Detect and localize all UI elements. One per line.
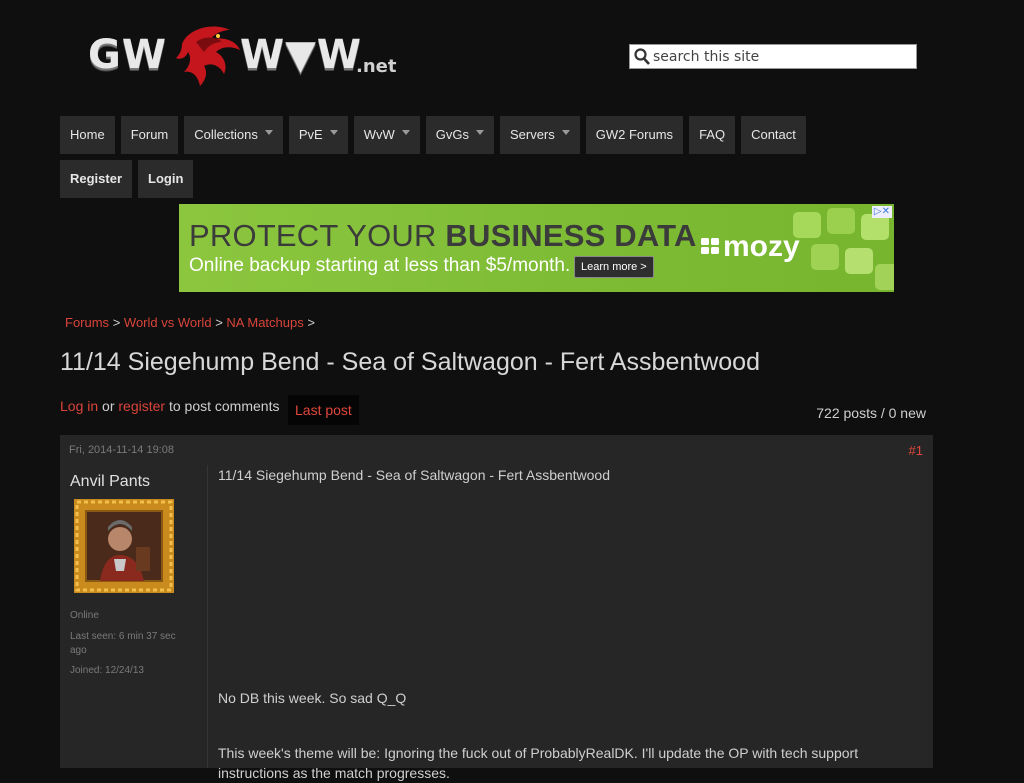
nav-item-contact[interactable]: Contact	[741, 116, 806, 154]
author-online-status: Online	[70, 610, 99, 621]
page-title: 11/14 Siegehump Bend - Sea of Saltwagon …	[60, 348, 760, 376]
ad-headline-part: PROTECT YOUR	[189, 218, 446, 253]
nav-item-collections[interactable]: Collections	[184, 116, 283, 154]
nav-item-label: Servers	[509, 127, 555, 142]
caret-down-icon	[401, 129, 410, 135]
post-subject: 11/14 Siegehump Bend - Sea of Saltwagon …	[218, 467, 610, 483]
main-nav: Home Forum Collections PvE WvW GvGs Serv…	[60, 116, 940, 198]
post-divider	[207, 465, 208, 768]
nav-item-label: Home	[70, 127, 105, 142]
logo-gw-text: GW	[88, 32, 167, 78]
login-prompt: Log in or register to post comments	[60, 398, 279, 414]
nav-item-label: Register	[70, 171, 123, 186]
nav-item-gvgs[interactable]: GvGs	[425, 116, 494, 154]
breadcrumb-separator: >	[215, 315, 223, 330]
ad-headline-bold: BUSINESS DATA	[445, 218, 697, 253]
logo-ww-text: W▼W	[240, 32, 363, 78]
ad-brand: mozy	[723, 230, 800, 263]
site-logo[interactable]: GW W▼W .net	[88, 22, 408, 92]
nav-item-label: GvGs	[435, 127, 469, 142]
nav-row-primary: Home Forum Collections PvE WvW GvGs Serv…	[60, 116, 940, 154]
nav-item-label: FAQ	[699, 127, 726, 142]
caret-down-icon	[475, 129, 484, 135]
nav-item-register[interactable]: Register	[60, 160, 133, 198]
caret-down-icon	[264, 129, 273, 135]
dragon-icon	[176, 26, 240, 86]
nav-item-faq[interactable]: FAQ	[689, 116, 736, 154]
nav-item-pve[interactable]: PvE	[288, 116, 348, 154]
nav-item-label: Login	[148, 171, 184, 186]
ad-banner[interactable]: PROTECT YOUR BUSINESS DATA Online backup…	[179, 204, 894, 292]
search-input[interactable]	[653, 45, 911, 68]
nav-item-label: PvE	[298, 127, 323, 142]
ad-headline: PROTECT YOUR BUSINESS DATA	[189, 218, 697, 254]
search-icon[interactable]	[634, 48, 650, 65]
caret-down-icon	[561, 129, 570, 135]
last-post-button[interactable]: Last post	[288, 395, 359, 425]
logo-net-text: .net	[356, 56, 397, 77]
nav-item-label: Forum	[130, 127, 169, 142]
login-link[interactable]: Log in	[60, 398, 98, 414]
breadcrumb-separator: >	[112, 315, 121, 330]
ad-learn-more-button[interactable]: Learn more >	[574, 256, 654, 278]
or-text: or	[102, 398, 115, 414]
nav-item-gw2-forums[interactable]: GW2 Forums	[585, 116, 684, 154]
nav-item-servers[interactable]: Servers	[499, 116, 580, 154]
nav-row-account: Register Login	[60, 160, 940, 198]
ad-subline: Online backup starting at less than $5/m…	[189, 255, 571, 276]
breadcrumb: Forums > World vs World > NA Matchups >	[65, 315, 315, 330]
caret-down-icon	[329, 129, 338, 135]
breadcrumb-forums[interactable]: Forums	[65, 315, 109, 330]
nav-item-label: Contact	[751, 127, 796, 142]
nav-item-forum[interactable]: Forum	[120, 116, 179, 154]
avatar[interactable]	[74, 499, 174, 593]
post-author-name[interactable]: Anvil Pants	[70, 473, 150, 491]
nav-item-label: WvW	[363, 127, 395, 142]
nav-item-label: Collections	[194, 127, 258, 142]
post-paragraph: No DB this week. So sad Q_Q	[218, 690, 407, 706]
forum-post: Fri, 2014-11-14 19:08 #1 Anvil Pants Onl…	[60, 435, 933, 781]
nav-item-login[interactable]: Login	[138, 160, 194, 198]
breadcrumb-separator: >	[307, 315, 315, 330]
breadcrumb-na-matchups[interactable]: NA Matchups	[226, 315, 303, 330]
nav-item-home[interactable]: Home	[60, 116, 115, 154]
site-search	[629, 44, 917, 69]
mozy-logo-icon	[701, 238, 719, 254]
post-paragraph: This week's theme will be: Ignoring the …	[218, 745, 859, 781]
post-date: Fri, 2014-11-14 19:08	[69, 444, 174, 456]
nav-item-wvw[interactable]: WvW	[353, 116, 420, 154]
breadcrumb-world-vs-world[interactable]: World vs World	[124, 315, 212, 330]
post-count: 722 posts / 0 new	[816, 405, 926, 421]
author-last-seen: Last seen: 6 min 37 sec ago	[70, 631, 176, 656]
adchoices-icon[interactable]: ▷✕	[871, 206, 892, 218]
post-comments-text: to post comments	[168, 398, 280, 414]
register-link[interactable]: register	[118, 398, 165, 414]
post-permalink[interactable]: #1	[909, 443, 923, 458]
author-joined-date: Joined: 12/24/13	[70, 665, 144, 676]
nav-item-label: GW2 Forums	[595, 127, 674, 142]
